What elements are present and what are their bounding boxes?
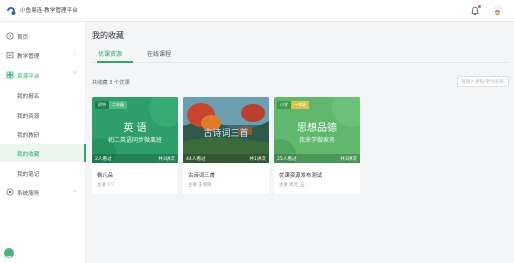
notification-dot [478, 5, 481, 8]
active-tab-indicator [97, 61, 133, 63]
lesson-count: 共3讲次 [158, 157, 175, 162]
card-title: 枫儿朵 [97, 173, 114, 179]
tab-online-courses[interactable]: 在线课程 [147, 49, 171, 58]
view-count: 44人看过 [186, 157, 206, 162]
sidebar-subitem-label: 我的教研 [17, 133, 40, 139]
card-author: 主讲 周芳_五... [279, 183, 309, 188]
sidebar-item-label: 教学管理 [17, 54, 40, 60]
sidebar-item-label: 系统服务 [17, 191, 40, 197]
sidebar-item-label: 首页 [17, 35, 29, 41]
stage-tag: 初中 [95, 101, 109, 109]
resource-icon [6, 71, 14, 79]
sidebar-subitem-label: 我的笔记 [17, 172, 40, 178]
page-title: 我的收藏 [92, 31, 124, 40]
menu-icon [7, 256, 11, 260]
sidebar-subitem-label: 我的收藏 [17, 152, 40, 158]
cover-title: 思想品德 [297, 123, 337, 134]
stage-tag: 小学 [277, 101, 291, 109]
sidebar-subitem-enrollment[interactable]: 我的报名 [0, 86, 86, 104]
brand-name: 小鱼易连·教学管理平台 [20, 8, 78, 14]
collapse-sidebar-button[interactable] [4, 248, 14, 260]
chevron-up-icon: ⌃ [73, 71, 78, 77]
card-cover: 古诗词三首 44人看过 共1讲次 [183, 97, 269, 163]
avatar[interactable] [492, 5, 503, 16]
favorites-count: 共收藏 3 个优课 [92, 80, 130, 86]
lesson-count: 共1讲次 [249, 157, 266, 162]
card-meta: 44人看过 共1讲次 [183, 154, 269, 163]
card-cover: 初中 二年级 英 语 初二英语同步微离班 2人看过 共3讲次 [92, 97, 178, 163]
sidebar-item-label: 资源平台 [17, 74, 40, 80]
sidebar: 首页 教学管理 ⌄ 资源平台 ⌃ 我的报名 我的资源 我的教研 我的收藏 我的笔… [0, 22, 86, 263]
sidebar-subitem-my-resources[interactable]: 我的资源 [0, 106, 86, 124]
settings-icon [6, 188, 14, 196]
view-count: 25人看过 [277, 157, 297, 162]
book-icon [6, 51, 14, 59]
card-meta: 25人看过 共3讲次 [274, 154, 360, 163]
card-cover: 小学 一年级 思想品德 我来学做家务 25人看过 共3讲次 [274, 97, 360, 163]
home-icon [6, 32, 14, 40]
sidebar-item-home[interactable]: 首页 [0, 27, 86, 45]
grade-tag: 一年级 [291, 101, 309, 109]
cover-title: 英 语 [123, 123, 147, 134]
lesson-count: 共3讲次 [340, 157, 357, 162]
card-title: 优课资源发布测试 [279, 173, 323, 179]
sidebar-subitem-label: 我的报名 [17, 94, 40, 100]
card-title: 古诗词三首 [188, 173, 215, 179]
course-card[interactable]: 小学 一年级 思想品德 我来学做家务 25人看过 共3讲次 优课资源发布测试 主… [274, 97, 360, 194]
logo-icon [7, 7, 16, 15]
chevron-down-icon: ⌄ [73, 188, 78, 194]
sidebar-item-resources[interactable]: 资源平台 ⌃ [0, 66, 86, 84]
sidebar-subitem-label: 我的资源 [17, 114, 40, 120]
card-author: 主讲 王明辉 [188, 183, 212, 188]
sidebar-subitem-favorites[interactable]: 我的收藏 [0, 144, 86, 162]
sidebar-subitem-notes[interactable]: 我的笔记 [0, 164, 86, 182]
cover-subtitle: 初二英语同步微离班 [107, 137, 162, 144]
view-count: 2人看过 [95, 157, 112, 162]
cover-subtitle: 我来学做家务 [298, 137, 335, 144]
top-bar: 小鱼易连·教学管理平台 [0, 0, 514, 22]
chevron-down-icon: ⌄ [73, 51, 78, 57]
grade-tag: 二年级 [109, 101, 127, 109]
sidebar-subitem-research[interactable]: 我的教研 [0, 125, 86, 143]
search-input[interactable]: 请输入课程/老师名称 [457, 76, 509, 87]
course-card[interactable]: 古诗词三首 44人看过 共1讲次 古诗词三首 主讲 王明辉 [183, 97, 269, 194]
card-author: 主讲 ??? [97, 183, 115, 188]
avatar-icon [495, 10, 500, 16]
sidebar-item-system[interactable]: 系统服务 ⌄ [0, 183, 86, 201]
tab-quality-resources[interactable]: 优课资源 [98, 49, 122, 58]
cover-title: 古诗词三首 [203, 129, 249, 139]
tab-bar: 优课资源 在线课程 [92, 47, 508, 63]
card-meta: 2人看过 共3讲次 [92, 154, 178, 163]
sidebar-item-teaching[interactable]: 教学管理 ⌄ [0, 46, 86, 64]
course-card[interactable]: 初中 二年级 英 语 初二英语同步微离班 2人看过 共3讲次 枫儿朵 主讲 ??… [92, 97, 178, 194]
